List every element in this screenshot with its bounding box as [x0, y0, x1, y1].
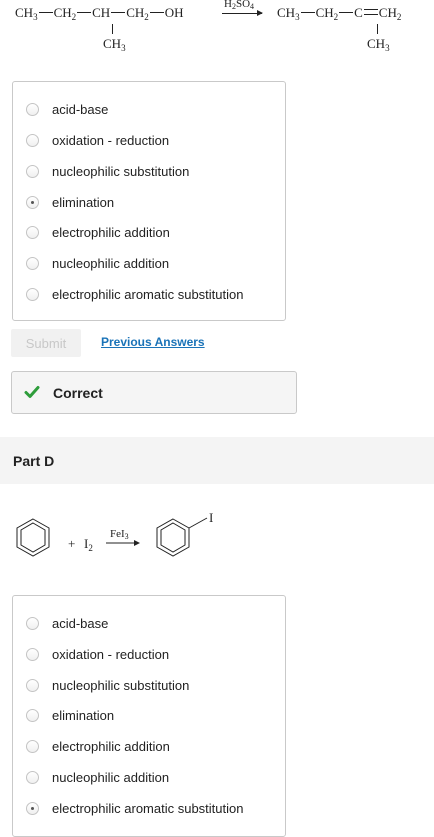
benzene-ring [16, 518, 50, 557]
option-elimination[interactable]: elimination [26, 705, 114, 725]
part-title: Part D [13, 453, 55, 469]
previous-answers-link[interactable]: Previous Answers [101, 335, 205, 349]
radio-button[interactable] [26, 287, 39, 301]
radio-button[interactable] [26, 616, 39, 630]
radio-button[interactable] [26, 102, 39, 116]
subscript: 3 [121, 43, 126, 53]
option-label: nucleophilic substitution [52, 677, 190, 693]
atom-label: CH [315, 5, 334, 20]
option-nucleophilic-addition[interactable]: nucleophilic addition [26, 767, 169, 787]
plus-sign: + [68, 536, 76, 551]
radio-button[interactable] [26, 678, 39, 692]
radio-button-selected[interactable] [26, 801, 39, 815]
radio-button[interactable] [26, 133, 39, 147]
option-oxidation-reduction[interactable]: oxidation - reduction [26, 644, 169, 664]
option-label: oxidation - reduction [52, 132, 170, 148]
part-d-header: Part D [0, 437, 434, 484]
reactant-formula: CH3 CH2 CH CH2 OH [15, 5, 184, 22]
radio-button[interactable] [26, 164, 39, 178]
atom-label: CH [126, 5, 145, 20]
radio-button[interactable] [26, 708, 39, 722]
option-label: elimination [52, 194, 115, 210]
radio-button[interactable] [26, 256, 39, 270]
option-label: electrophilic aromatic substitution [52, 286, 244, 302]
option-elimination[interactable]: elimination [26, 192, 114, 212]
subscript: 2 [144, 12, 149, 22]
option-label: oxidation - reduction [52, 646, 170, 662]
reagent-label: H2SO4 [224, 0, 255, 11]
iodobenzene-ring [156, 517, 208, 557]
atom-label: CH [92, 5, 111, 20]
option-nucleophilic-substitution[interactable]: nucleophilic substitution [26, 675, 189, 695]
option-label: nucleophilic addition [52, 255, 170, 271]
subscript: 3 [33, 12, 38, 22]
option-acid-base[interactable]: acid-base [26, 613, 108, 633]
option-label: electrophilic addition [52, 738, 170, 754]
submit-button[interactable]: Submit [11, 329, 81, 357]
option-label: electrophilic addition [52, 224, 170, 240]
atom-label: CH [367, 36, 386, 51]
reactant-branch: CH3 [103, 36, 126, 53]
reaction-arrow [222, 10, 263, 16]
option-nucleophilic-addition[interactable]: nucleophilic addition [26, 253, 169, 273]
atom-label: CH [103, 36, 122, 51]
atom-label: OH [164, 5, 184, 20]
subscript: 2 [333, 12, 339, 22]
radio-button[interactable] [26, 770, 39, 784]
product-formula: CH3 CH2 C CH2 [277, 5, 401, 22]
atom-label: CH [378, 5, 397, 20]
atom-label: CH [53, 5, 72, 20]
answer-options-part-d: acid-base oxidation - reduction nucleoph… [12, 595, 286, 837]
subscript: 3 [295, 12, 300, 22]
radio-button[interactable] [26, 225, 39, 239]
option-electrophilic-aromatic-substitution[interactable]: electrophilic aromatic substitution [26, 284, 243, 304]
option-label: acid-base [52, 615, 109, 631]
catalyst-label: FeI3 [110, 528, 129, 541]
reagent-label: I2 [84, 536, 93, 553]
option-label: acid-base [52, 101, 109, 117]
atom-label: CH [277, 5, 296, 20]
atom-label: C [354, 5, 363, 20]
radio-button[interactable] [26, 647, 39, 661]
feedback-box: Correct [11, 371, 297, 414]
option-electrophilic-addition[interactable]: electrophilic addition [26, 736, 170, 756]
option-nucleophilic-substitution[interactable]: nucleophilic substitution [26, 161, 189, 181]
option-electrophilic-aromatic-substitution[interactable]: electrophilic aromatic substitution [26, 798, 243, 818]
option-label: nucleophilic substitution [52, 163, 190, 179]
subscript: 2 [71, 12, 77, 22]
branch-bond [112, 24, 113, 34]
feedback-status: Correct [53, 385, 103, 401]
subscript: 2 [396, 12, 402, 22]
reaction-scheme-1: CH3 CH2 CH CH2 OH CH3 H2SO4 CH3 CH2 C CH2 CH3 [0, 0, 434, 60]
product-branch: CH3 [367, 36, 390, 53]
atom-label: CH [15, 5, 34, 20]
option-label: nucleophilic addition [52, 769, 170, 785]
option-electrophilic-addition[interactable]: electrophilic addition [26, 222, 170, 242]
iodine-substituent: I [209, 510, 214, 525]
option-acid-base[interactable]: acid-base [26, 99, 108, 119]
radio-button-selected[interactable] [26, 195, 39, 209]
checkmark-icon [24, 386, 40, 398]
subscript: 3 [385, 43, 390, 53]
branch-bond [377, 24, 378, 34]
option-label: electrophilic aromatic substitution [52, 800, 244, 816]
radio-button[interactable] [26, 739, 39, 753]
answer-options-part-c: acid-base oxidation - reduction nucleoph… [12, 81, 286, 321]
option-label: elimination [52, 707, 115, 723]
option-oxidation-reduction[interactable]: oxidation - reduction [26, 130, 169, 150]
